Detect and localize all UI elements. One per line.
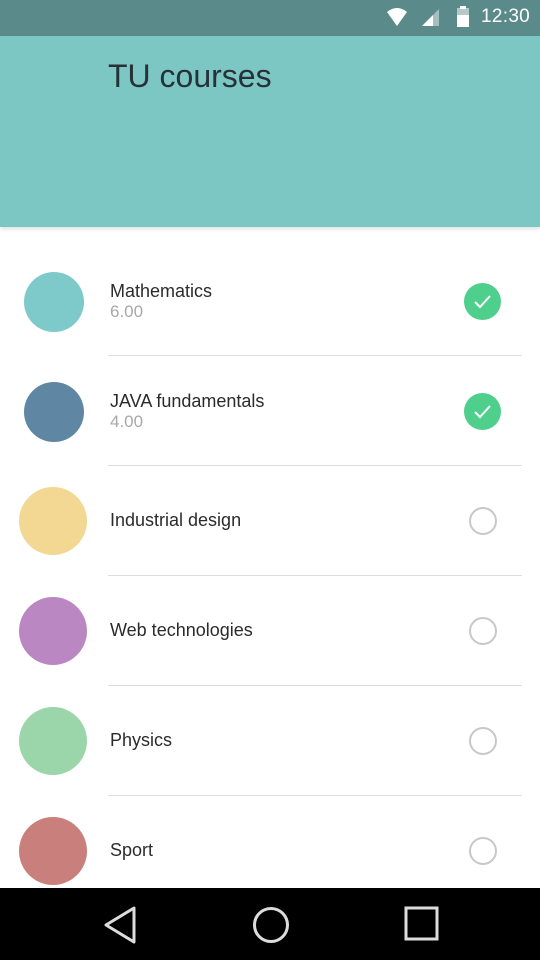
course-color-avatar: [19, 707, 87, 775]
course-item-physics[interactable]: Physics: [0, 686, 540, 796]
course-credits: 6.00: [110, 302, 144, 321]
course-name: Web technologies: [110, 620, 253, 640]
battery-icon: [456, 6, 470, 33]
course-item-mathematics[interactable]: Mathematics 6.00: [0, 246, 540, 356]
course-name: Physics: [110, 730, 173, 750]
incomplete-circle-icon[interactable]: [469, 837, 497, 865]
home-icon[interactable]: [252, 906, 290, 949]
back-icon[interactable]: [102, 906, 138, 949]
incomplete-circle-icon[interactable]: [469, 507, 497, 535]
status-bar: 12:30: [0, 0, 540, 36]
recents-icon[interactable]: [404, 906, 440, 947]
incomplete-circle-icon[interactable]: [469, 617, 497, 645]
page-title: TU courses: [108, 58, 272, 94]
course-list: Mathematics 6.00 JAVA fundamentals 4.00 …: [0, 246, 540, 906]
course-credits: 4.00: [110, 412, 144, 431]
course-name: Sport: [110, 840, 154, 860]
completed-check-icon[interactable]: [464, 393, 501, 430]
cell-signal-icon: [420, 7, 440, 32]
screen: 12:30 TU courses Mathematics 6.00 JAVA f…: [0, 0, 540, 960]
navigation-bar: [0, 888, 540, 960]
course-color-avatar: [24, 382, 84, 442]
course-item-java-fundamentals[interactable]: JAVA fundamentals 4.00: [0, 356, 540, 466]
course-color-avatar: [19, 487, 87, 555]
incomplete-circle-icon[interactable]: [469, 727, 497, 755]
course-color-avatar: [24, 272, 84, 332]
course-name: Mathematics: [110, 281, 213, 301]
course-item-industrial-design[interactable]: Industrial design: [0, 466, 540, 576]
course-name: JAVA fundamentals: [110, 391, 265, 411]
course-name: Industrial design: [110, 510, 242, 530]
wifi-icon: [386, 7, 408, 32]
app-header: TU courses: [0, 36, 540, 227]
course-color-avatar: [19, 817, 87, 885]
course-item-web-technologies[interactable]: Web technologies: [0, 576, 540, 686]
status-time: 12:30: [481, 6, 531, 27]
course-color-avatar: [19, 597, 87, 665]
completed-check-icon[interactable]: [464, 283, 501, 320]
